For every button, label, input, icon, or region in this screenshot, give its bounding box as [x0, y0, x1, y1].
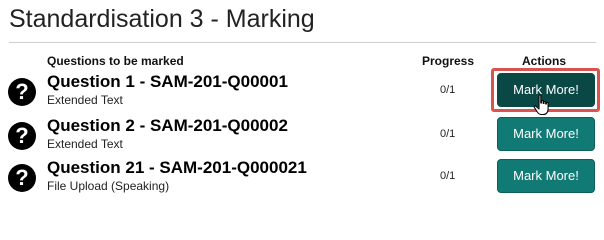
question-title: Question 1 - SAM-201-Q00001	[47, 72, 288, 91]
question-title: Question 2 - SAM-201-Q00002	[47, 116, 288, 135]
actions-column-header: Actions	[522, 54, 567, 68]
table-row: ? Question 21 - SAM-201-Q000021 File Upl…	[0, 156, 604, 200]
table-row: ? Question 2 - SAM-201-Q00002 Extended T…	[0, 114, 604, 158]
question-circle-icon: ?	[8, 164, 36, 192]
mark-more-button[interactable]: Mark More!	[497, 73, 595, 107]
question-progress: 0/1	[440, 170, 456, 182]
question-type: Extended Text	[47, 137, 123, 151]
progress-column-header: Progress	[422, 54, 475, 68]
question-circle-icon: ?	[8, 78, 36, 106]
question-circle-icon: ?	[8, 122, 36, 150]
mark-more-button[interactable]: Mark More!	[497, 159, 595, 193]
table-row: ? Question 1 - SAM-201-Q00001 Extended T…	[0, 70, 604, 114]
question-progress: 0/1	[440, 84, 456, 96]
page-title: Standardisation 3 - Marking	[9, 5, 315, 33]
question-type: Extended Text	[47, 93, 123, 107]
title-divider	[9, 42, 596, 43]
question-title: Question 21 - SAM-201-Q000021	[47, 158, 307, 177]
mark-more-button[interactable]: Mark More!	[497, 117, 595, 151]
question-progress: 0/1	[440, 128, 456, 140]
questions-column-header: Questions to be marked	[47, 54, 184, 68]
question-type: File Upload (Speaking)	[47, 179, 170, 193]
